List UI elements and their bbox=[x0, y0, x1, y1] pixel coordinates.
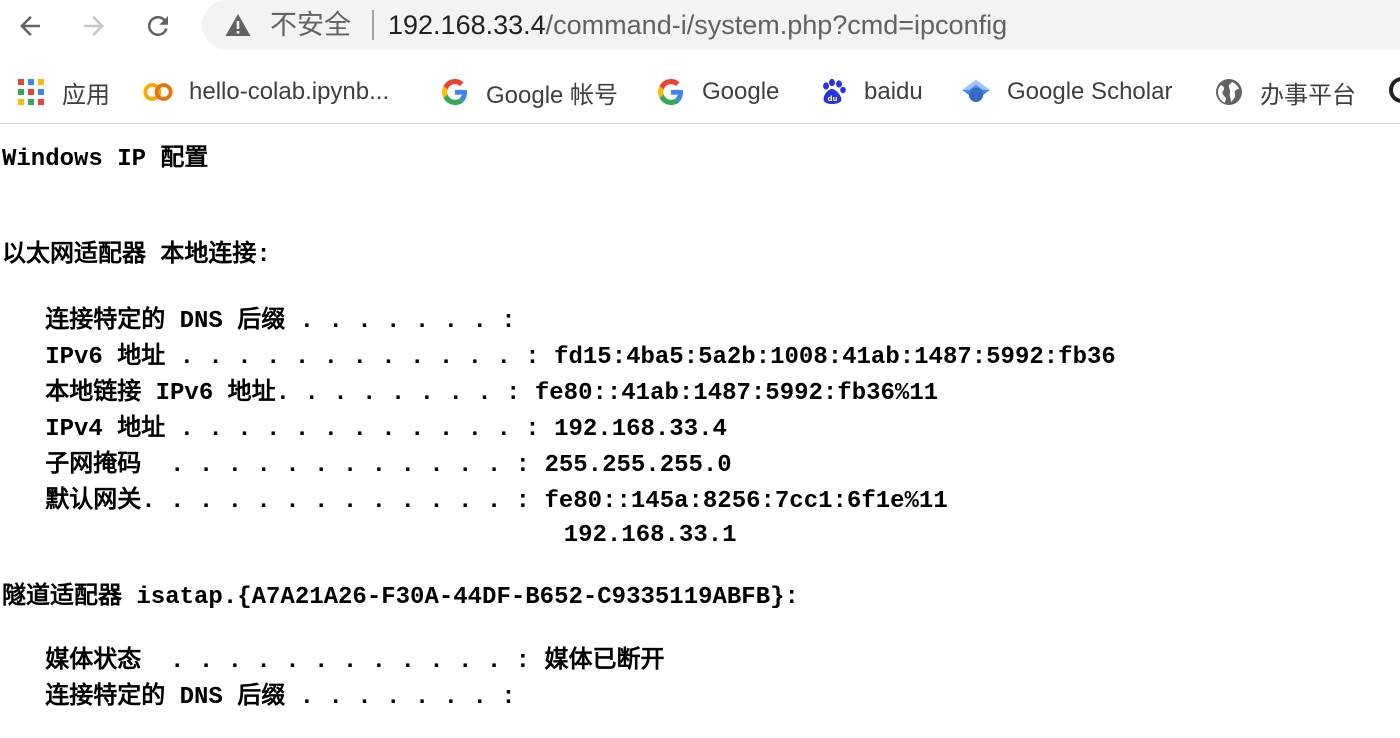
bookmark-label: hello-colab.ipynb... bbox=[189, 78, 390, 105]
bookmark-label: 办事平台 bbox=[1260, 81, 1356, 109]
colab-icon bbox=[143, 77, 173, 107]
tunnel-adapter-header: 隧道适配器 isatap.{A7A21A26-F30A-44DF-B652-C9… bbox=[2, 584, 799, 611]
reload-button[interactable] bbox=[136, 4, 180, 48]
baidu-paw-icon: du bbox=[818, 77, 848, 107]
address-divider bbox=[372, 10, 374, 40]
bookmark-colab[interactable]: hello-colab.ipynb... bbox=[143, 60, 389, 124]
bookmark-google-account[interactable]: Google 帐号 bbox=[440, 60, 618, 124]
bookmark-label: Google bbox=[702, 78, 780, 105]
output-line: 子网掩码 . . . . . . . . . . . . : 255.255.2… bbox=[2, 452, 732, 479]
reload-icon bbox=[143, 11, 173, 41]
google-icon bbox=[440, 77, 470, 107]
security-status-label[interactable]: 不安全 bbox=[270, 0, 351, 50]
google-icon bbox=[656, 77, 686, 107]
tunnel-adapter-details: 媒体状态 . . . . . . . . . . . . : 媒体已断开 连接特… bbox=[2, 644, 1116, 716]
globe-icon bbox=[1214, 77, 1244, 107]
output-line: IPv4 地址 . . . . . . . . . . . . : 192.16… bbox=[2, 416, 727, 443]
bookmark-apps[interactable]: 应用 bbox=[16, 60, 110, 124]
output-line: 连接特定的 DNS 后缀 . . . . . . . : bbox=[2, 684, 516, 711]
output-line: 本地链接 IPv6 地址. . . . . . . . : fe80::41ab… bbox=[2, 380, 939, 407]
ethernet-adapter-details: 连接特定的 DNS 后缀 . . . . . . . : IPv6 地址 . .… bbox=[2, 304, 1116, 552]
globe-icon bbox=[1388, 76, 1400, 109]
heading-line: Windows IP 配置 bbox=[2, 146, 209, 173]
bookmark-service-platform[interactable]: 办事平台 bbox=[1214, 60, 1356, 124]
url-text[interactable]: 192.168.33.4/command-i/system.php?cmd=ip… bbox=[388, 0, 1007, 50]
bookmark-google[interactable]: Google bbox=[656, 60, 779, 124]
bookmark-label: Google 帐号 bbox=[486, 81, 619, 109]
forward-button[interactable] bbox=[72, 4, 116, 48]
address-bar[interactable]: 不安全 192.168.33.4/command-i/system.php?cm… bbox=[202, 0, 1400, 50]
arrow-left-icon bbox=[15, 11, 45, 41]
ipconfig-output: Windows IP 配置 以太网适配器 本地连接: 连接特定的 DNS 后缀 … bbox=[2, 142, 1116, 716]
bookmark-overflow-partial[interactable] bbox=[1388, 60, 1400, 124]
url-path: /command-i/system.php?cmd=ipconfig bbox=[545, 10, 1008, 40]
bookmark-label: baidu bbox=[864, 78, 923, 105]
output-line: 连接特定的 DNS 后缀 . . . . . . . : bbox=[2, 308, 516, 335]
bookmark-label: 应用 bbox=[62, 81, 110, 109]
apps-grid-icon bbox=[16, 77, 46, 107]
bookmark-label: Google Scholar bbox=[1007, 78, 1173, 105]
bookmark-google-scholar[interactable]: Google Scholar bbox=[961, 60, 1172, 124]
svg-text:du: du bbox=[828, 95, 838, 103]
browser-toolbar: 不安全 192.168.33.4/command-i/system.php?cm… bbox=[0, 0, 1400, 56]
output-line: IPv6 地址 . . . . . . . . . . . . : fd15:4… bbox=[2, 344, 1116, 371]
warning-triangle-icon[interactable] bbox=[224, 12, 252, 43]
url-host: 192.168.33.4 bbox=[388, 10, 546, 40]
output-line: 192.168.33.1 bbox=[2, 522, 737, 549]
output-line: 媒体状态 . . . . . . . . . . . . : 媒体已断开 bbox=[2, 648, 665, 675]
scholar-cap-icon bbox=[961, 77, 991, 107]
ethernet-adapter-header: 以太网适配器 本地连接: bbox=[2, 242, 271, 269]
back-button[interactable] bbox=[8, 4, 52, 48]
bookmarks-bar: 应用 hello-colab.ipynb... Google 帐号 Google… bbox=[0, 60, 1400, 124]
bookmark-baidu[interactable]: du baidu bbox=[818, 60, 923, 124]
output-line: 默认网关. . . . . . . . . . . . . : fe80::14… bbox=[2, 488, 948, 515]
arrow-right-icon bbox=[79, 11, 109, 41]
